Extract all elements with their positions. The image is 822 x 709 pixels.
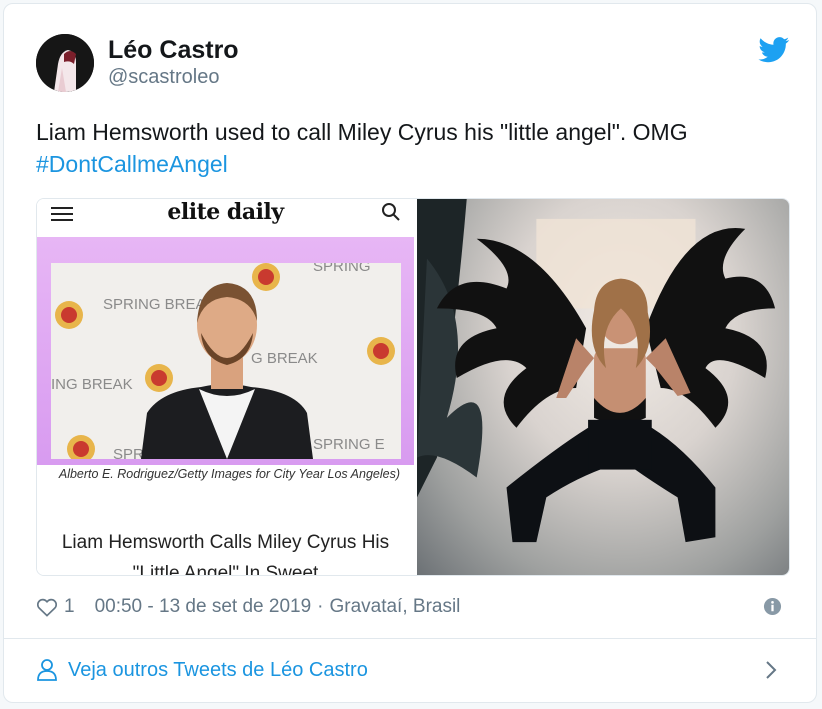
tweet-meta: 1 00:50 - 13 de set de 2019 · Gravataí, … (36, 592, 790, 622)
tweet-card: Léo Castro @scastroleo Liam Hemsworth us… (3, 3, 817, 703)
like-count[interactable]: 1 (64, 596, 75, 618)
more-tweets-link[interactable]: Veja outros Tweets de Léo Castro (36, 654, 790, 686)
tweet-timestamp[interactable]: 00:50 - 13 de set de 2019 (95, 596, 312, 618)
svg-text:G BREAK: G BREAK (251, 350, 318, 367)
divider (4, 638, 816, 639)
info-icon[interactable] (763, 597, 782, 616)
avatar[interactable] (36, 34, 94, 92)
more-tweets-label: Veja outros Tweets de Léo Castro (68, 658, 368, 681)
tweet-text: Liam Hemsworth used to call Miley Cyrus … (36, 116, 786, 180)
heart-icon[interactable] (36, 597, 58, 617)
site-logo: elite daily (167, 199, 284, 225)
svg-text:SPRING E: SPRING E (313, 436, 385, 453)
user-name[interactable]: Léo Castro (108, 36, 239, 65)
hashtag-link[interactable]: #DontCallmeAngel (36, 151, 228, 177)
user-handle[interactable]: @scastroleo (108, 66, 219, 89)
svg-text:SPR: SPR (113, 446, 144, 459)
search-icon (382, 203, 400, 221)
article-photo: SPRING BREAK ING BREAK G BREAK SPRING SP… (37, 237, 414, 465)
article-screenshot[interactable]: elite daily SPRING BREAK ING BREAK G BRE… (37, 199, 414, 575)
tweet-location[interactable]: Gravataí, Brasil (329, 596, 460, 618)
user-icon (37, 659, 57, 681)
angel-photo[interactable] (417, 199, 789, 575)
tweet-body: Liam Hemsworth used to call Miley Cyrus … (36, 119, 688, 145)
article-headline: Liam Hemsworth Calls Miley Cyrus His "Li… (61, 532, 390, 575)
svg-text:SPRING: SPRING (313, 263, 371, 275)
chevron-right-icon[interactable] (764, 660, 778, 680)
article-header: elite daily (37, 199, 414, 237)
photo-caption: Alberto E. Rodriguez/Getty Images for Ci… (58, 467, 400, 481)
media-gallery[interactable]: elite daily SPRING BREAK ING BREAK G BRE… (36, 198, 790, 576)
meta-separator: · (317, 596, 324, 617)
twitter-bird-icon[interactable] (758, 37, 790, 63)
svg-text:ING BREAK: ING BREAK (51, 376, 133, 393)
